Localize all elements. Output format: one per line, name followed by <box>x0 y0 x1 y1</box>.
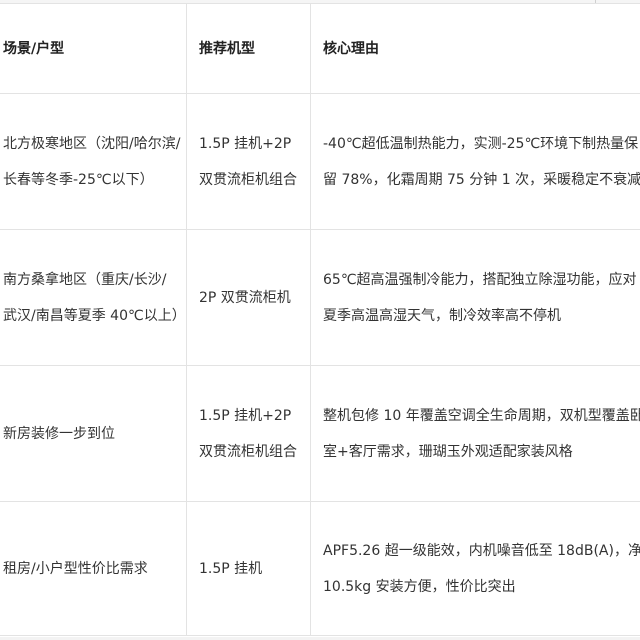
reason-cell: 整机包修 10 年覆盖空调全生命周期，双机型覆盖卧 室+客厅需求，珊瑚玉外观适配… <box>310 365 640 502</box>
cell-line: 租房/小户型性价比需求 <box>3 560 148 577</box>
scene-cell: 租房/小户型性价比需求 <box>0 501 187 636</box>
scene-cell: 新房装修一步到位 <box>0 365 187 502</box>
reason-cell: -40℃超低温制热能力，实测-25℃环境下制热量保 留 78%，化霜周期 75 … <box>310 93 640 230</box>
cell-line: 南方桑拿地区（重庆/长沙/ <box>3 271 167 288</box>
model-cell: 1.5P 挂机+2P 双贯流柜机组合 <box>186 365 311 502</box>
cell-line: 长春等冬季-25℃以下） <box>3 171 154 188</box>
header-model: 推荐机型 <box>186 3 311 94</box>
document-view: 场景/户型 推荐机型 核心理由 北方极寒地区（沈阳/哈尔滨/ 长春等冬季-25℃… <box>0 0 640 640</box>
cell-line: 武汉/南昌等夏季 40℃以上） <box>3 307 186 324</box>
cell-line: 65℃超高温强制冷能力，搭配独立除湿功能，应对 <box>323 271 637 288</box>
table-header-row: 场景/户型 推荐机型 核心理由 <box>0 3 640 94</box>
table-row: 南方桑拿地区（重庆/长沙/ 武汉/南昌等夏季 40℃以上） 2P 双贯流柜机 6… <box>0 229 640 366</box>
table-row: 新房装修一步到位 1.5P 挂机+2P 双贯流柜机组合 整机包修 10 年覆盖空… <box>0 365 640 502</box>
cell-line: 1.5P 挂机+2P <box>199 407 292 424</box>
cell-line: 10.5kg 安装方便，性价比突出 <box>323 578 516 595</box>
cell-line: 室+客厅需求，珊瑚玉外观适配家装风格 <box>323 443 573 460</box>
scene-cell: 北方极寒地区（沈阳/哈尔滨/ 长春等冬季-25℃以下） <box>0 93 187 230</box>
cell-line: 留 78%，化霜周期 75 分钟 1 次，采暖稳定不衰减 <box>323 171 640 188</box>
cell-line: 双贯流柜机组合 <box>199 443 297 460</box>
model-cell: 1.5P 挂机+2P 双贯流柜机组合 <box>186 93 311 230</box>
cell-line: 1.5P 挂机+2P <box>199 135 292 152</box>
cell-line: APF5.26 超一级能效，内机噪音低至 18dB(A)，净重 <box>323 542 640 559</box>
cell-line: 双贯流柜机组合 <box>199 171 297 188</box>
cell-line: 北方极寒地区（沈阳/哈尔滨/ <box>3 135 181 152</box>
cell-line: 整机包修 10 年覆盖空调全生命周期，双机型覆盖卧 <box>323 407 640 424</box>
model-cell: 2P 双贯流柜机 <box>186 229 311 366</box>
cell-line: 新房装修一步到位 <box>3 425 115 442</box>
cell-line: 夏季高温高湿天气，制冷效率高不停机 <box>323 307 561 324</box>
reason-cell: APF5.26 超一级能效，内机噪音低至 18dB(A)，净重 10.5kg 安… <box>310 501 640 636</box>
cell-line: 2P 双贯流柜机 <box>199 289 291 306</box>
recommendation-table: 场景/户型 推荐机型 核心理由 北方极寒地区（沈阳/哈尔滨/ 长春等冬季-25℃… <box>0 3 640 636</box>
header-reason: 核心理由 <box>310 3 640 94</box>
header-scene: 场景/户型 <box>0 3 187 94</box>
table-row: 北方极寒地区（沈阳/哈尔滨/ 长春等冬季-25℃以下） 1.5P 挂机+2P 双… <box>0 93 640 230</box>
scene-cell: 南方桑拿地区（重庆/长沙/ 武汉/南昌等夏季 40℃以上） <box>0 229 187 366</box>
model-cell: 1.5P 挂机 <box>186 501 311 636</box>
cell-line: 1.5P 挂机 <box>199 560 263 577</box>
cell-line: -40℃超低温制热能力，实测-25℃环境下制热量保 <box>323 135 639 152</box>
reason-cell: 65℃超高温强制冷能力，搭配独立除湿功能，应对 夏季高温高湿天气，制冷效率高不停… <box>310 229 640 366</box>
table-row: 租房/小户型性价比需求 1.5P 挂机 APF5.26 超一级能效，内机噪音低至… <box>0 501 640 636</box>
